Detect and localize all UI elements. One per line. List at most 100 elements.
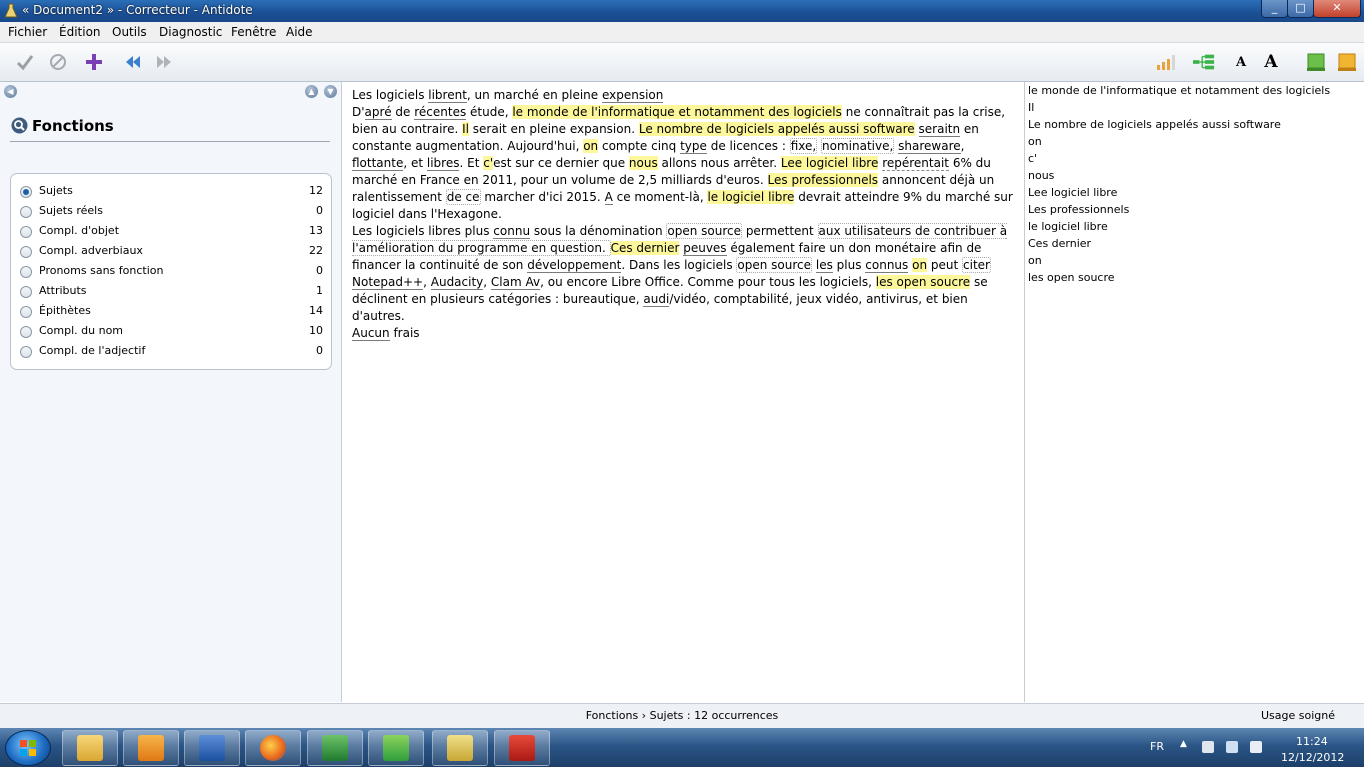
previous-icon[interactable] <box>122 51 144 73</box>
back-arrow-icon[interactable]: ◀ <box>4 85 17 98</box>
chevron-up-icon[interactable]: ▲ <box>305 85 318 98</box>
taskbar-filezilla[interactable] <box>494 730 550 766</box>
flagged-word[interactable]: connu <box>493 224 531 239</box>
flagged-word[interactable]: Notepad++ <box>352 275 424 290</box>
flagged-word[interactable]: libres <box>426 156 460 171</box>
function-item-compl-nom[interactable]: Compl. du nom 10 <box>11 322 331 342</box>
function-item-epithetes[interactable]: Épithètes 14 <box>11 302 331 322</box>
taskbar-firefox[interactable] <box>245 730 301 766</box>
signal-bars-icon[interactable] <box>1156 51 1178 73</box>
occurrence-item[interactable]: Il <box>1028 101 1034 114</box>
occurrence-item[interactable]: on <box>1028 254 1042 267</box>
occurrence-item[interactable]: on <box>1028 135 1042 148</box>
ignore-icon[interactable] <box>47 51 69 73</box>
language-indicator[interactable]: FR <box>1150 740 1164 753</box>
flagged-word[interactable]: type <box>680 139 707 154</box>
function-item-compl-objet[interactable]: Compl. d'objet 13 <box>11 222 331 242</box>
taskbar-excel[interactable] <box>307 730 363 766</box>
flagged-word[interactable]: flottante <box>352 156 404 171</box>
occurrence-item[interactable]: nous <box>1028 169 1054 182</box>
flagged-word[interactable]: de ce <box>445 189 481 205</box>
occurrence-item[interactable]: le logiciel libre <box>1028 220 1108 233</box>
flagged-word[interactable]: les <box>815 258 833 273</box>
menu-fenetre[interactable]: Fenêtre <box>231 25 276 39</box>
maximize-button[interactable]: □ <box>1287 0 1314 18</box>
occurrence-item[interactable]: le monde de l'informatique et notamment … <box>1028 84 1330 97</box>
next-icon[interactable] <box>153 51 175 73</box>
flagged-word[interactable]: connus <box>865 258 909 273</box>
flagged-word[interactable]: A <box>604 190 613 205</box>
subject-highlight[interactable]: Lee logiciel libre <box>780 156 879 170</box>
flagged-word[interactable]: apré <box>364 105 392 120</box>
flagged-word[interactable]: Clam Av <box>490 275 541 290</box>
flagged-word[interactable]: développement <box>527 258 622 273</box>
usage-level[interactable]: Usage soigné <box>1261 709 1335 722</box>
flagged-word[interactable]: peuves <box>683 241 727 256</box>
function-item-attributs[interactable]: Attributs 1 <box>11 282 331 302</box>
document-panel[interactable]: Les logiciels librent, un marché en plei… <box>342 82 1025 702</box>
minimize-button[interactable]: _ <box>1261 0 1288 18</box>
taskbar-messenger[interactable] <box>368 730 424 766</box>
menu-aide[interactable]: Aide <box>286 25 313 39</box>
green-book-icon[interactable] <box>1305 51 1327 73</box>
flagged-word[interactable]: librent <box>428 88 467 103</box>
flagged-word[interactable]: repérentait <box>882 156 949 171</box>
document-text[interactable]: Les logiciels librent, un marché en plei… <box>352 87 1016 342</box>
subject-highlight[interactable]: on <box>583 139 599 153</box>
subject-highlight[interactable]: nous <box>628 156 658 170</box>
flagged-word[interactable]: Audacity <box>430 275 484 290</box>
chevron-down-icon[interactable]: ▼ <box>324 85 337 98</box>
radio[interactable] <box>20 266 32 278</box>
close-button[interactable]: ✕ <box>1313 0 1361 18</box>
occurrence-item[interactable]: les open soucre <box>1028 271 1115 284</box>
volume-muted-icon[interactable] <box>1250 741 1262 753</box>
flagged-word[interactable]: audi <box>643 292 670 307</box>
flagged-word[interactable]: nominative, <box>821 138 895 154</box>
radio[interactable] <box>20 206 32 218</box>
start-button[interactable] <box>5 730 51 766</box>
flagged-word[interactable]: open source <box>666 223 742 239</box>
flagged-word[interactable]: récentes <box>414 105 467 120</box>
function-item-pronoms[interactable]: Pronoms sans fonction 0 <box>11 262 331 282</box>
occurrence-item[interactable]: Le nombre de logiciels appelés aussi sof… <box>1028 118 1281 131</box>
font-larger-icon[interactable]: A <box>1260 51 1282 73</box>
occurrence-item[interactable]: Ces dernier <box>1028 237 1091 250</box>
function-item-compl-adverbiaux[interactable]: Compl. adverbiaux 22 <box>11 242 331 262</box>
clock-time[interactable]: 11:24 <box>1296 735 1328 748</box>
tree-structure-icon[interactable] <box>1193 51 1215 73</box>
radio[interactable] <box>20 346 32 358</box>
tray-expand-icon[interactable]: ▲ <box>1180 739 1187 749</box>
flagged-word[interactable]: shareware <box>898 139 961 154</box>
menu-fichier[interactable]: Fichier <box>8 25 47 39</box>
add-icon[interactable] <box>83 51 105 73</box>
occurrence-item[interactable]: c' <box>1028 152 1037 165</box>
function-item-sujets[interactable]: Sujets 12 <box>11 182 331 202</box>
font-smaller-icon[interactable]: A <box>1230 51 1252 73</box>
device-icon[interactable] <box>1202 741 1214 753</box>
menu-outils[interactable]: Outils <box>112 25 147 39</box>
flagged-word[interactable]: citer <box>962 257 991 273</box>
function-item-sujets-reels[interactable]: Sujets réels 0 <box>11 202 331 222</box>
subject-highlight[interactable]: Le nombre de logiciels appelés aussi sof… <box>638 122 915 136</box>
radio[interactable] <box>20 306 32 318</box>
subject-highlight[interactable]: Les professionnels <box>767 173 879 187</box>
flagged-word[interactable]: expension <box>601 88 664 103</box>
function-item-compl-adjectif[interactable]: Compl. de l'adjectif 0 <box>11 342 331 362</box>
taskbar-explorer[interactable] <box>62 730 118 766</box>
subject-highlight[interactable]: le monde de l'informatique et notamment … <box>512 105 842 119</box>
menu-edition[interactable]: Édition <box>59 25 101 39</box>
radio-selected[interactable] <box>20 186 32 198</box>
subject-highlight[interactable]: Il <box>462 122 469 136</box>
occurrence-item[interactable]: Les professionnels <box>1028 203 1129 216</box>
radio[interactable] <box>20 286 32 298</box>
radio[interactable] <box>20 226 32 238</box>
check-icon[interactable] <box>14 51 36 73</box>
subject-highlight[interactable]: c' <box>483 156 494 170</box>
menu-diagnostic[interactable]: Diagnostic <box>159 25 222 39</box>
taskbar-outlook[interactable] <box>123 730 179 766</box>
flagged-word[interactable]: seraitn <box>918 122 961 137</box>
radio[interactable] <box>20 326 32 338</box>
subject-highlight[interactable]: Ces dernier <box>610 241 680 255</box>
subject-highlight[interactable]: on <box>912 258 928 272</box>
orange-book-icon[interactable] <box>1336 51 1358 73</box>
